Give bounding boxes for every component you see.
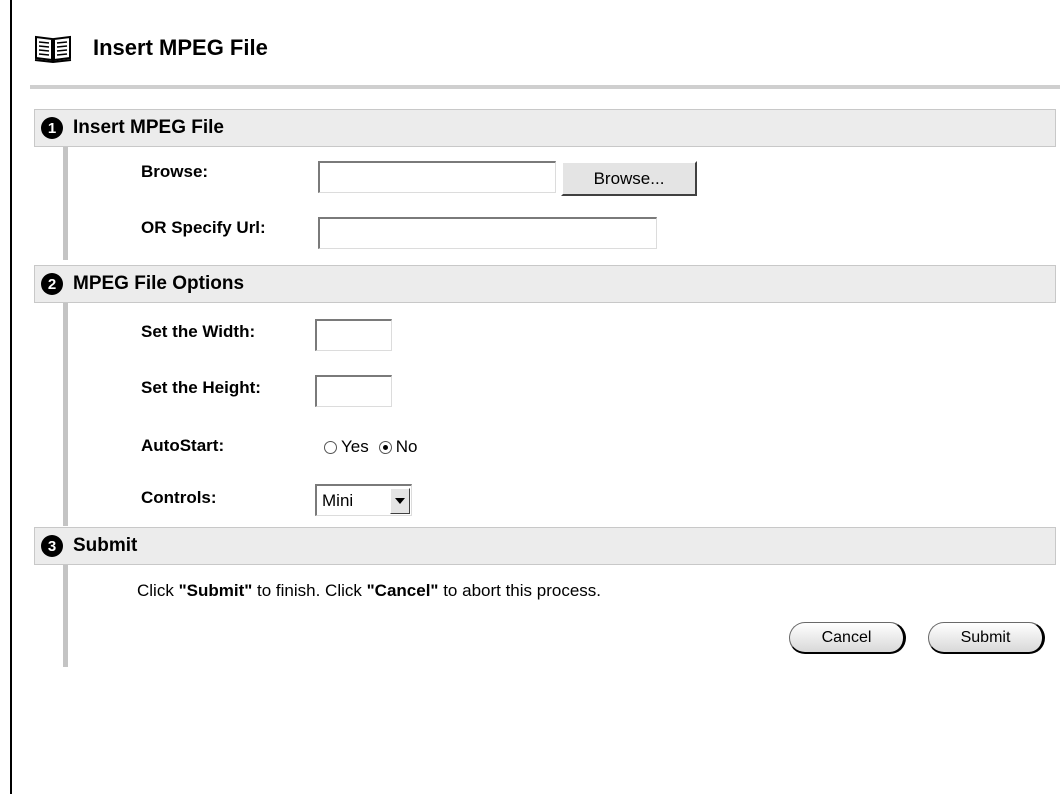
browse-file-input[interactable] xyxy=(318,161,556,193)
instr-cancel-emphasis: "Cancel" xyxy=(366,581,439,600)
controls-select-value: Mini xyxy=(322,490,354,510)
header-divider xyxy=(30,85,1060,89)
instr-text-3: to abort this process. xyxy=(438,581,602,600)
width-label: Set the Width: xyxy=(141,322,256,341)
specify-url-label: OR Specify Url: xyxy=(141,218,266,237)
step-1-guide-line xyxy=(63,147,68,260)
step-3-title: Submit xyxy=(73,535,138,556)
book-icon xyxy=(34,33,72,64)
window-frame-left xyxy=(10,0,12,794)
cancel-button[interactable]: Cancel xyxy=(789,622,906,654)
page-title: Insert MPEG File xyxy=(93,35,268,60)
height-input[interactable] xyxy=(315,375,392,407)
height-label: Set the Height: xyxy=(141,378,261,397)
autostart-label: AutoStart: xyxy=(141,436,225,455)
autostart-no-radio[interactable] xyxy=(378,440,392,454)
autostart-no-label[interactable]: No xyxy=(396,437,418,457)
chevron-down-icon[interactable] xyxy=(390,487,410,514)
browse-label: Browse: xyxy=(141,162,209,181)
step-2-title: MPEG File Options xyxy=(73,273,245,294)
submit-button[interactable]: Submit xyxy=(928,622,1045,654)
step-3-guide-line xyxy=(63,565,68,667)
step-1-title: Insert MPEG File xyxy=(73,117,224,138)
browse-button[interactable]: Browse... xyxy=(561,161,697,196)
step-1-number: 1 xyxy=(41,117,63,139)
instr-text-1: Click xyxy=(137,581,179,600)
step-2-guide-line xyxy=(63,303,68,526)
controls-select[interactable]: Mini xyxy=(315,484,412,516)
step-1-header: 1 Insert MPEG File xyxy=(34,109,1056,147)
controls-label: Controls: xyxy=(141,488,217,507)
width-input[interactable] xyxy=(315,319,392,351)
autostart-yes-label[interactable]: Yes xyxy=(341,437,369,457)
step-3-number: 3 xyxy=(41,535,63,557)
url-input[interactable] xyxy=(318,217,657,249)
step-2-number: 2 xyxy=(41,273,63,295)
instr-text-2: to finish. Click xyxy=(252,581,367,600)
step-3-header: 3 Submit xyxy=(34,527,1056,565)
step-2-header: 2 MPEG File Options xyxy=(34,265,1056,303)
autostart-radio-group: Yes No xyxy=(324,437,427,457)
submit-instructions: Click "Submit" to finish. Click "Cancel"… xyxy=(137,581,601,601)
page-header: Insert MPEG File xyxy=(34,28,268,68)
instr-submit-emphasis: "Submit" xyxy=(178,581,253,600)
autostart-yes-radio[interactable] xyxy=(324,440,337,454)
